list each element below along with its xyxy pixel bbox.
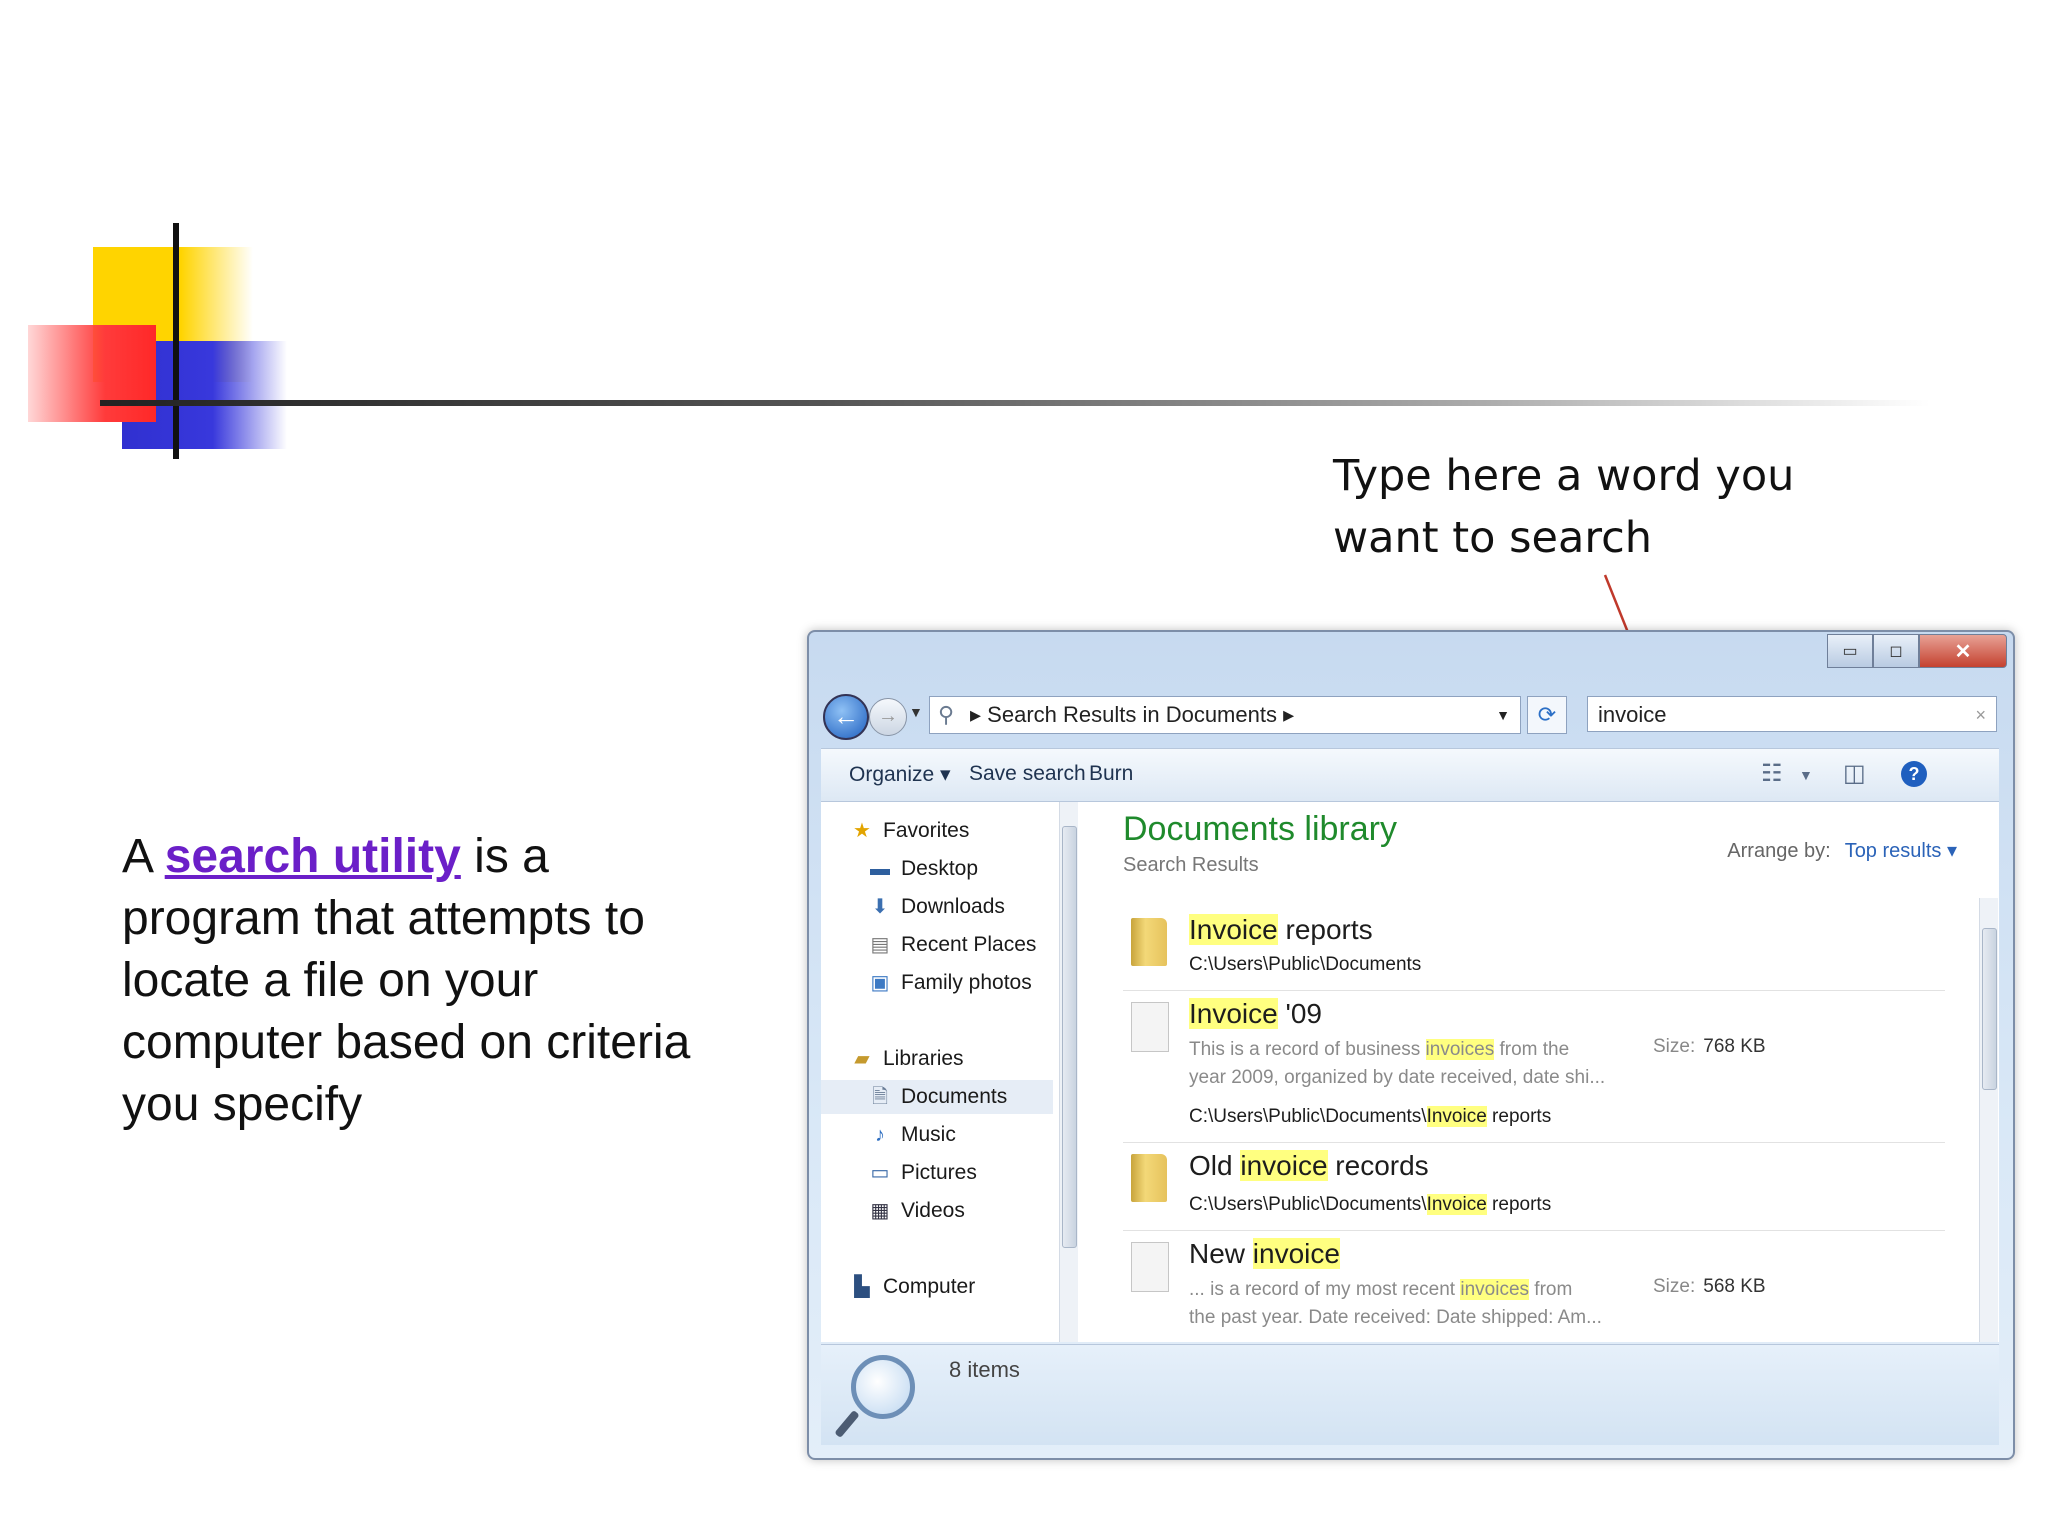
address-bar[interactable]: ⚲ ▸ Search Results in Documents ▸ ▼ [929, 696, 1521, 734]
documents-icon: 🗎 [871, 1086, 889, 1108]
organize-menu[interactable]: Organize ▾ [849, 762, 951, 787]
navigation-pane: ★ Favorites ▬ Desktop ⬇ Downloads ▤ Recent P… [821, 802, 1079, 1342]
downloads-icon: ⬇ [871, 896, 889, 918]
burn-button[interactable]: Burn [1089, 762, 1133, 786]
nav-computer[interactable]: ▙ Computer [849, 1270, 975, 1304]
result-path: C:\Users\Public\Documents [1189, 954, 1422, 975]
views-icon[interactable]: ☷ [1761, 759, 1783, 788]
videos-icon: ▦ [870, 1200, 890, 1222]
close-button[interactable]: ✕ [1919, 634, 2007, 668]
nav-documents[interactable]: 🗎 Documents [821, 1080, 1053, 1114]
decor-vertical-line [173, 223, 179, 459]
callout-text: Type here a word you want to search [1333, 445, 1893, 569]
magnifier-icon [851, 1355, 915, 1419]
nav-pane-scroll-thumb[interactable] [1062, 826, 1077, 1248]
star-icon: ★ [853, 820, 871, 842]
library-title: Documents library [1123, 810, 1397, 848]
desktop-icon: ▬ [870, 858, 890, 880]
result-description: ... is a record of my most recent invoic… [1189, 1279, 1602, 1328]
search-input[interactable]: invoice × [1587, 696, 1997, 732]
nav-pane-scrollbar[interactable] [1059, 802, 1078, 1342]
document-icon [1131, 1242, 1169, 1292]
recent-pages-dropdown[interactable]: ▼ [909, 704, 923, 720]
nav-family-photos[interactable]: ▣ Family photos [867, 966, 1032, 1000]
library-subtitle: Search Results [1123, 854, 1259, 876]
definition-text: A search utility is a program that attem… [122, 830, 691, 1131]
computer-icon: ▙ [854, 1276, 870, 1298]
navigation-bar: ← → ▼ ⚲ ▸ Search Results in Documents ▸ … [823, 692, 1999, 740]
pictures-icon: ▭ [870, 1162, 890, 1184]
caption-buttons: ▭ ◻ ✕ [1827, 634, 2007, 668]
maximize-button[interactable]: ◻ [1873, 634, 1919, 668]
nav-favorites[interactable]: ★ Favorites [849, 814, 969, 848]
forward-button[interactable]: → [869, 698, 907, 736]
result-item[interactable]: Invoice '09 This is a record of business… [1123, 992, 1945, 1143]
result-item[interactable]: Invoice reports C:\Users\Public\Document… [1123, 908, 1945, 991]
arrow-left-icon: ← [833, 701, 859, 731]
music-icon: ♪ [875, 1124, 885, 1146]
clear-search-icon[interactable]: × [1975, 697, 1986, 733]
decor-red-square [28, 325, 156, 422]
nav-desktop[interactable]: ▬ Desktop [867, 852, 978, 886]
result-description: This is a record of business invoices fr… [1189, 1039, 1606, 1088]
preview-pane-icon[interactable]: ◫ [1843, 759, 1866, 788]
document-icon [1131, 1002, 1169, 1052]
result-item[interactable]: New invoice ... is a record of my most r… [1123, 1232, 1945, 1342]
details-pane: 8 items [821, 1344, 1999, 1445]
nav-pictures[interactable]: ▭ Pictures [867, 1156, 977, 1190]
nav-recent-places[interactable]: ▤ Recent Places [867, 928, 1037, 962]
result-path: C:\Users\Public\Documents\Invoice report… [1189, 1106, 1552, 1127]
content-area: ★ Favorites ▬ Desktop ⬇ Downloads ▤ Recent P… [821, 802, 1999, 1342]
nav-libraries[interactable]: ▰ Libraries [849, 1042, 963, 1076]
back-button[interactable]: ← [823, 694, 869, 740]
breadcrumb[interactable]: Search Results in Documents [987, 702, 1277, 727]
search-utility-link[interactable]: search utility [165, 830, 461, 883]
explorer-window: ▭ ◻ ✕ ← → ▼ ⚲ ▸ Search Results in Docume… [807, 630, 2015, 1460]
address-dropdown-icon[interactable]: ▼ [1496, 697, 1510, 733]
result-title: Old invoice records [1189, 1150, 1429, 1181]
photos-icon: ▣ [870, 972, 890, 994]
save-search-button[interactable]: Save search [969, 762, 1086, 786]
result-item[interactable]: Old invoice records C:\Users\Public\Docu… [1123, 1144, 1945, 1231]
views-dropdown-icon[interactable]: ▼ [1799, 767, 1813, 783]
minimize-button[interactable]: ▭ [1827, 634, 1873, 668]
nav-downloads[interactable]: ⬇ Downloads [867, 890, 1005, 924]
refresh-button[interactable]: ⟳ [1527, 696, 1567, 734]
libraries-icon: ▰ [854, 1048, 870, 1070]
help-icon[interactable]: ? [1901, 761, 1927, 787]
nav-videos[interactable]: ▦ Videos [867, 1194, 965, 1228]
result-size: Size: 568 KB [1653, 1276, 1766, 1297]
callout-line-2: want to search [1333, 513, 1652, 563]
decor-horizontal-line [100, 400, 1930, 406]
folder-icon [1131, 918, 1167, 966]
callout-line-1: Type here a word you [1333, 451, 1795, 501]
result-title: Invoice reports [1189, 914, 1373, 945]
nav-music[interactable]: ♪ Music [867, 1118, 956, 1152]
folder-icon [1131, 1154, 1167, 1202]
results-pane: Documents library Search Results Arrange… [1079, 802, 1999, 1342]
results-scrollbar[interactable] [1979, 898, 1998, 1342]
arrow-right-icon: → [878, 705, 898, 727]
result-size: Size: 768 KB [1653, 1036, 1766, 1057]
search-icon: ⚲ [938, 702, 955, 727]
result-title: New invoice [1189, 1238, 1340, 1269]
result-title: Invoice '09 [1189, 998, 1322, 1029]
result-path: C:\Users\Public\Documents\Invoice report… [1189, 1194, 1552, 1215]
recent-places-icon: ▤ [870, 934, 890, 956]
refresh-icon: ⟳ [1537, 702, 1557, 727]
item-count: 8 items [949, 1357, 1020, 1382]
command-bar: Organize ▾ Save search Burn ☷ ▼ ◫ ? [821, 748, 1999, 802]
results-scroll-thumb[interactable] [1982, 928, 1997, 1090]
arrange-by: Arrange by: Top results ▾ [1727, 840, 1957, 862]
arrange-by-dropdown[interactable]: Top results ▾ [1845, 840, 1957, 862]
chevron-down-icon: ▼ [909, 704, 923, 720]
